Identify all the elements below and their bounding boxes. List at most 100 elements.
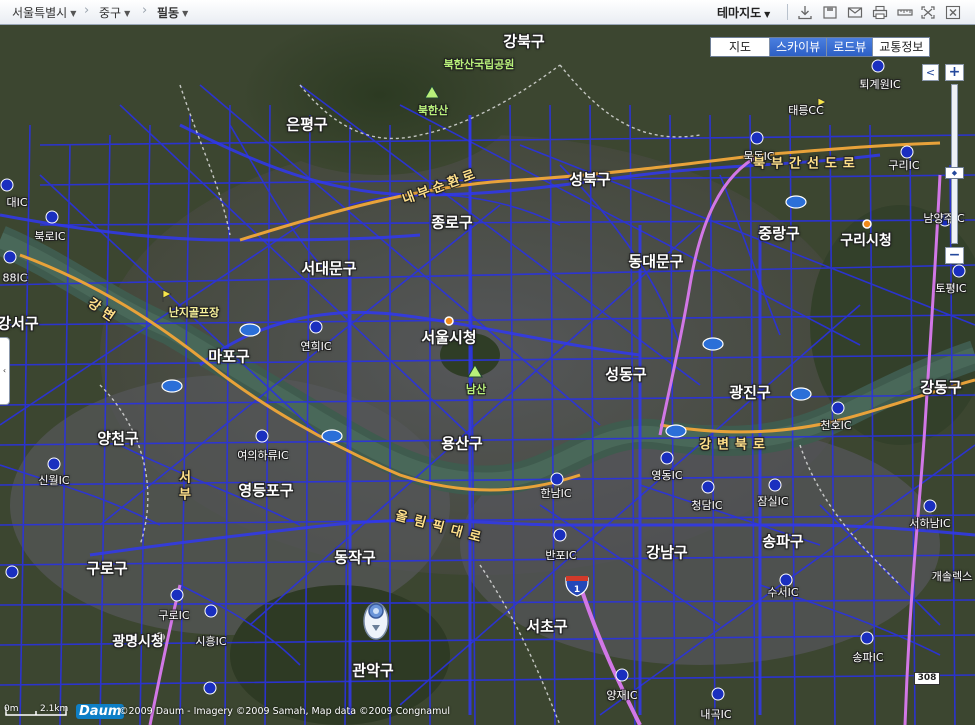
map-canvas[interactable]: 1 강북구 은평구 성북구 종로구 서대문구 중랑구 동대문구 마포구 서울시청… (0, 25, 975, 725)
chevron-down-icon: ▼ (70, 9, 77, 18)
zoom-out-button[interactable]: − (945, 247, 964, 264)
zoom-slider-track[interactable] (951, 84, 958, 244)
close-icon[interactable] (945, 5, 961, 20)
district-label: 중랑구 (758, 224, 800, 243)
district-label: 동작구 (334, 548, 376, 567)
breadcrumb-city-label: 서울특별시 (12, 6, 68, 20)
district-label: 강서구 (0, 314, 39, 333)
breadcrumb-district-label: 중구 (99, 6, 122, 20)
ic-label: 개솔렉스 (931, 570, 973, 583)
top-toolbar: 서울특별시 ▼ › 중구 ▼ › 필동 ▼ 테마지도 ▼ (0, 0, 975, 25)
ic-label: 북로IC (34, 230, 66, 243)
ic-label: 천호IC (820, 419, 852, 432)
ic-label: 송파IC (852, 651, 884, 664)
ic-label: 신월IC (38, 474, 70, 487)
district-label: 마포구 (208, 347, 250, 366)
district-label: 구로구 (86, 559, 128, 578)
district-label: 은평구 (286, 115, 328, 134)
peak-label: 북한산 (417, 104, 449, 117)
peak-label: 남산 (465, 383, 487, 396)
pan-left-button[interactable]: < (922, 64, 939, 81)
daum-logo[interactable]: Daum (76, 704, 125, 719)
ic-label: 태릉CC (788, 104, 824, 117)
district-label: 강동구 (920, 378, 962, 397)
ic-label: 수서IC (767, 586, 799, 599)
district-label: 광진구 (729, 383, 771, 402)
district-label: 성동구 (605, 365, 647, 384)
ic-label: 여의하류IC (237, 449, 289, 462)
ruler-icon[interactable] (897, 5, 913, 20)
district-label: 동대문구 (628, 252, 684, 271)
city-hall-marker-icon (862, 219, 872, 229)
breadcrumb-city[interactable]: 서울특별시 ▼ (12, 4, 76, 21)
copyright-text: ©2009 Daum - Imagery ©2009 Samah, Map da… (119, 706, 450, 717)
city-label: 구리시청 (840, 233, 892, 249)
roadview-pegman-icon[interactable] (363, 602, 389, 640)
ic-label: 연희IC (300, 340, 332, 353)
district-label: 강남구 (646, 543, 688, 562)
district-label: 서초구 (526, 617, 568, 636)
fullscreen-icon[interactable] (920, 5, 936, 20)
ic-label: 구리IC (888, 159, 920, 172)
print-icon[interactable] (872, 5, 888, 20)
district-label: 서대문구 (301, 259, 357, 278)
ic-label: 양재IC (606, 689, 638, 702)
chevron-down-icon: ▼ (764, 10, 771, 19)
map-app: 서울특별시 ▼ › 중구 ▼ › 필동 ▼ 테마지도 ▼ 1 강북구 은평구 성… (0, 0, 975, 725)
district-label: 서울시청 (421, 328, 477, 347)
ic-label: 남양주IC (923, 212, 965, 225)
toolbar-divider (787, 4, 788, 20)
map-type-roadview-button[interactable]: 로드뷰 (826, 38, 873, 56)
map-type-traffic-button[interactable]: 교통정보 (872, 38, 930, 56)
district-label: 성북구 (569, 170, 611, 189)
road-label: 서부 (175, 470, 191, 504)
district-label: 영등포구 (238, 481, 294, 500)
save-icon[interactable] (822, 5, 838, 20)
ic-label: 서하남IC (909, 517, 951, 530)
park-label: 북한산국립공원 (443, 58, 515, 71)
scale-distance-label: 2.1km (40, 704, 69, 714)
road-label: 북부간선도로 (753, 156, 861, 172)
map-type-switcher: 지도 스카이뷰 로드뷰 교통정보 (710, 37, 931, 57)
ic-label: 88IC (2, 271, 28, 285)
breadcrumb-district[interactable]: 중구 ▼ (99, 4, 130, 21)
breadcrumb-separator-icon: › (142, 3, 148, 18)
ic-label: 퇴계원IC (859, 78, 901, 91)
district-label: 관악구 (352, 661, 394, 680)
theme-map-label: 테마지도 (717, 6, 762, 20)
ic-label: 청담IC (691, 499, 723, 512)
ic-label: 영동IC (651, 469, 683, 482)
side-panel-toggle[interactable]: ‹ (0, 337, 10, 405)
ic-label: 반포IC (545, 549, 577, 562)
ic-label: 대IC (6, 196, 28, 209)
poi-label: 난지골프장 (168, 306, 220, 319)
district-label: 종로구 (431, 213, 473, 232)
map-type-skyview-button[interactable]: 스카이뷰 (769, 38, 827, 56)
city-hall-marker-icon (444, 316, 454, 326)
chevron-down-icon: ▼ (124, 9, 131, 18)
district-label: 양천구 (97, 429, 139, 448)
breadcrumb-dong[interactable]: 필동 ▼ (157, 4, 188, 21)
road-label: 강변북로 (699, 437, 771, 453)
ic-label: 구로IC (158, 609, 190, 622)
route-1-shield-top (566, 576, 588, 581)
route-1-number: 1 (574, 585, 580, 595)
mail-icon[interactable] (847, 5, 863, 20)
chevron-down-icon: ▼ (182, 9, 189, 18)
zoom-in-button[interactable]: + (945, 64, 964, 81)
theme-map-menu[interactable]: 테마지도 ▼ (717, 4, 770, 21)
district-label: 송파구 (762, 532, 804, 551)
map-footer: 0m 2.1km Daum ©2009 Daum - Imagery ©2009… (0, 703, 975, 725)
breadcrumb-dong-label: 필동 (157, 6, 180, 20)
breadcrumb-separator-icon: › (84, 3, 90, 18)
satellite-map: 1 (0, 25, 975, 725)
city-label: 광명시청 (112, 634, 164, 650)
ic-label: 한남IC (540, 487, 572, 500)
district-label: 강북구 (503, 32, 545, 51)
ic-label: 잠실IC (757, 495, 789, 508)
map-type-map-button[interactable]: 지도 (711, 38, 769, 56)
scale-zero-label: 0m (4, 704, 19, 714)
zoom-slider-handle[interactable]: ◆ (945, 167, 964, 179)
ic-label: 시흥IC (195, 635, 227, 648)
download-icon[interactable] (797, 5, 813, 20)
